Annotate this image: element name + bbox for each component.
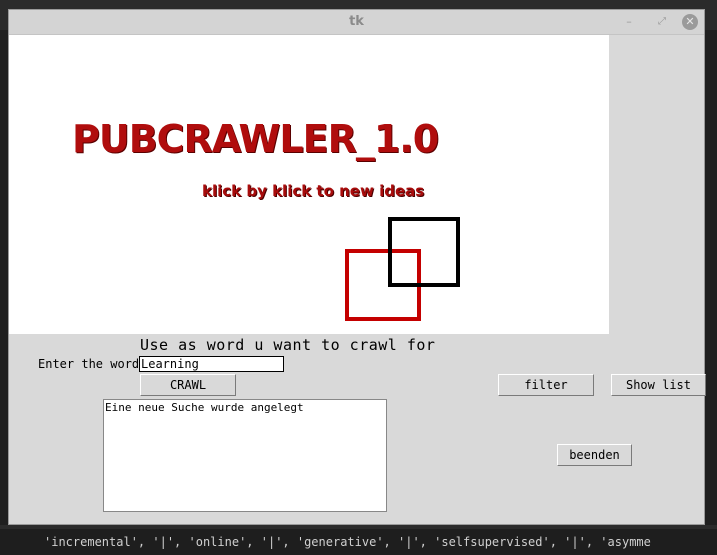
title-bar[interactable]: tk – ⤢ ✕ <box>9 10 704 35</box>
background-terminal-right <box>705 30 717 525</box>
word-label: Enter the word <box>38 357 140 371</box>
quit-button[interactable]: beenden <box>557 444 632 466</box>
logo-canvas: PUBCRAWLER_1.0 klick by klick to new ide… <box>9 35 609 334</box>
minimize-icon[interactable]: – <box>621 14 637 30</box>
tk-window: tk – ⤢ ✕ PUBCRAWLER_1.0 klick by klick t… <box>8 9 706 525</box>
window-title: tk <box>349 14 364 29</box>
close-icon[interactable]: ✕ <box>682 14 698 30</box>
logo-title: PUBCRAWLER_1.0 <box>72 117 439 161</box>
word-input[interactable] <box>139 356 284 372</box>
black-square-shape <box>388 217 460 287</box>
maximize-icon[interactable]: ⤢ <box>654 14 670 30</box>
crawl-button[interactable]: CRAWL <box>140 374 236 396</box>
output-textbox[interactable]: Eine neue Suche wurde angelegt <box>103 399 387 512</box>
show-list-button[interactable]: Show list <box>611 374 706 396</box>
filter-button[interactable]: filter <box>498 374 594 396</box>
crawl-hint: Use as word u want to crawl for <box>140 336 436 354</box>
logo-subtitle: klick by klick to new ideas <box>202 182 425 200</box>
background-terminal-line: 'incremental', '|', 'online', '|', 'gene… <box>0 529 717 555</box>
